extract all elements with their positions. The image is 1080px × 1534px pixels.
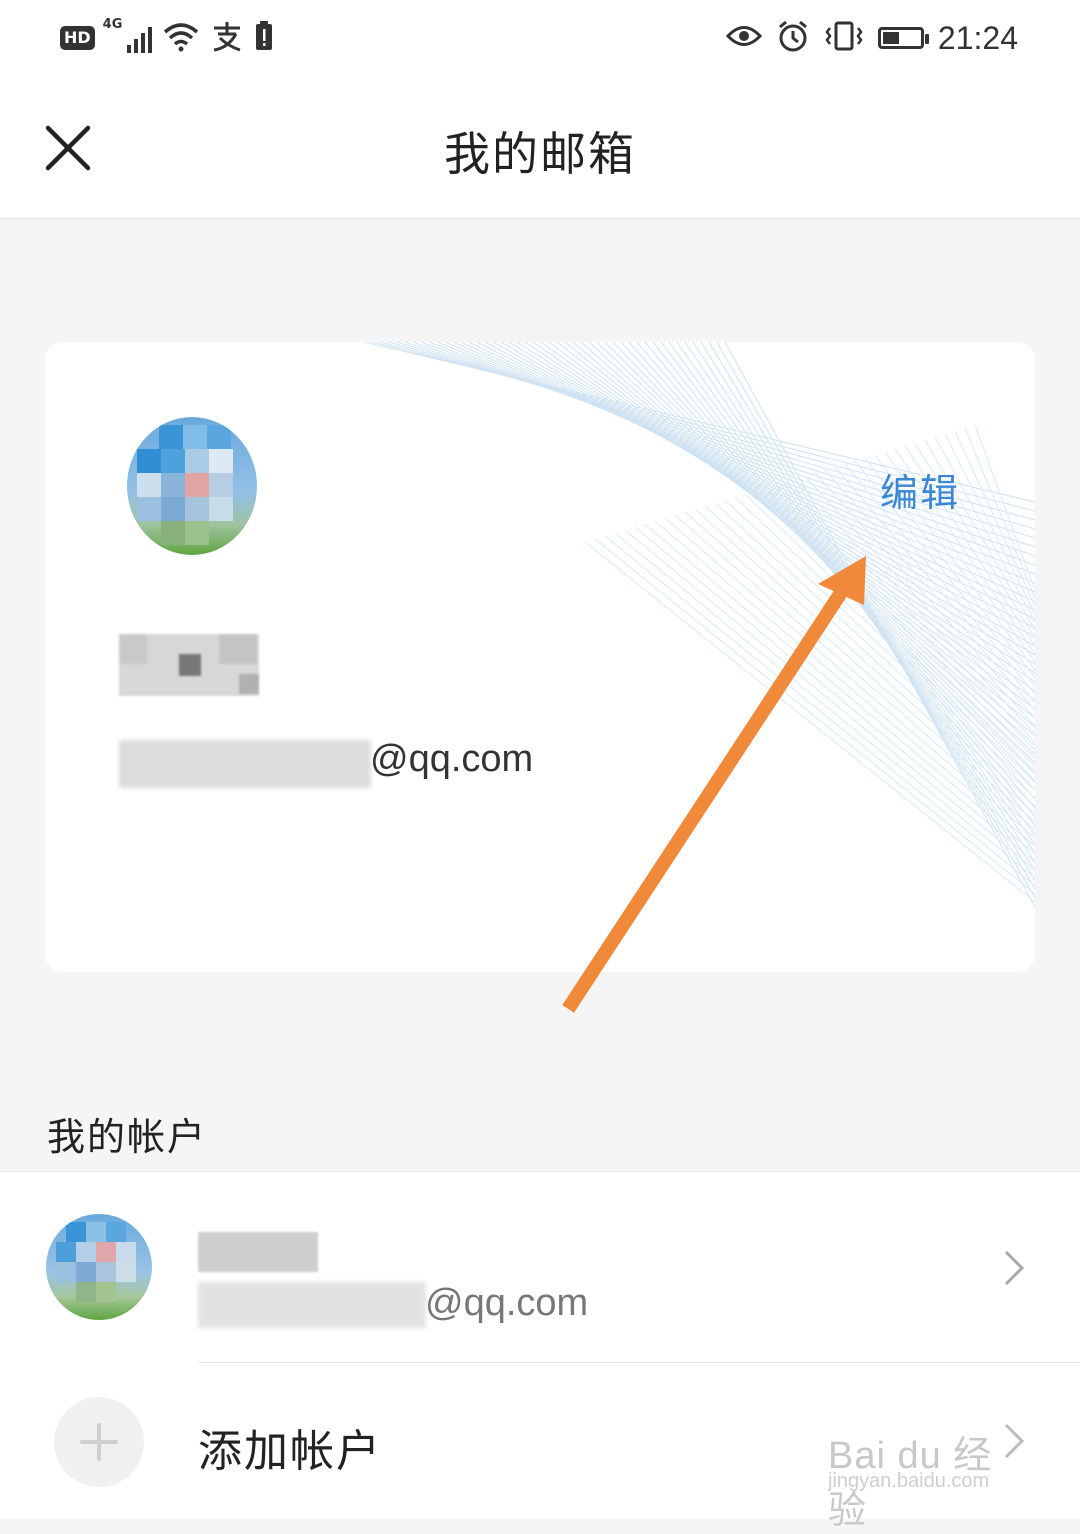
section-title-my-accounts: 我的帐户 <box>47 1115 208 1159</box>
wifi-icon <box>162 20 200 56</box>
network-type-label: 4G <box>102 17 123 32</box>
pattern-line <box>700 342 1035 881</box>
hd-badge: HD <box>60 26 95 50</box>
account-email-suffix: @qq.com <box>425 1282 589 1324</box>
profile-avatar[interactable] <box>127 417 257 555</box>
baidu-jingyan-watermark: Bai du 经验 jingyan.baidu.com <box>828 1398 1028 1532</box>
profile-name-redacted <box>119 634 259 696</box>
battery-alert-icon <box>254 20 274 56</box>
pattern-line <box>794 478 1035 735</box>
pattern-line <box>954 430 1035 607</box>
pattern-line <box>668 342 1035 845</box>
status-bar: HD 4G 21:24 <box>0 0 1080 80</box>
status-right: 21:24 <box>725 16 1018 60</box>
profile-email-suffix: @qq.com <box>370 738 534 780</box>
plus-icon <box>80 1423 118 1461</box>
battery-icon <box>877 27 929 49</box>
signal-icon: 4G <box>103 17 152 53</box>
pattern-line <box>692 342 1035 872</box>
vibrate-icon <box>824 20 864 56</box>
chevron-right-icon <box>1004 1250 1025 1286</box>
account-avatar <box>46 1214 152 1320</box>
alipay-icon <box>210 20 244 56</box>
top-bar: 我的邮箱 <box>0 80 1080 219</box>
alarm-icon <box>776 19 810 57</box>
account-name-redacted <box>198 1232 318 1272</box>
pattern-line <box>964 427 1035 599</box>
add-account-button[interactable] <box>54 1397 144 1487</box>
pattern-line <box>684 511 1035 823</box>
account-email-redacted <box>198 1282 426 1328</box>
profile-email-redacted <box>119 740 371 788</box>
eye-icon <box>725 23 762 53</box>
account-row[interactable]: @qq.com <box>0 1172 1080 1362</box>
pattern-line <box>584 541 1035 903</box>
add-account-label: 添加帐户 <box>198 1426 382 1477</box>
page-title: 我的邮箱 <box>444 127 636 181</box>
edit-button[interactable]: 编辑 <box>880 462 960 517</box>
pattern-line <box>944 433 1035 615</box>
pattern-line <box>660 342 1035 836</box>
clock: 21:24 <box>937 19 1018 56</box>
pattern-line <box>974 424 1035 591</box>
watermark-domain: jingyan.baidu.com <box>828 1470 990 1492</box>
status-left: HD 4G <box>60 16 274 60</box>
profile-card: 编辑 @qq.com <box>45 342 1035 972</box>
